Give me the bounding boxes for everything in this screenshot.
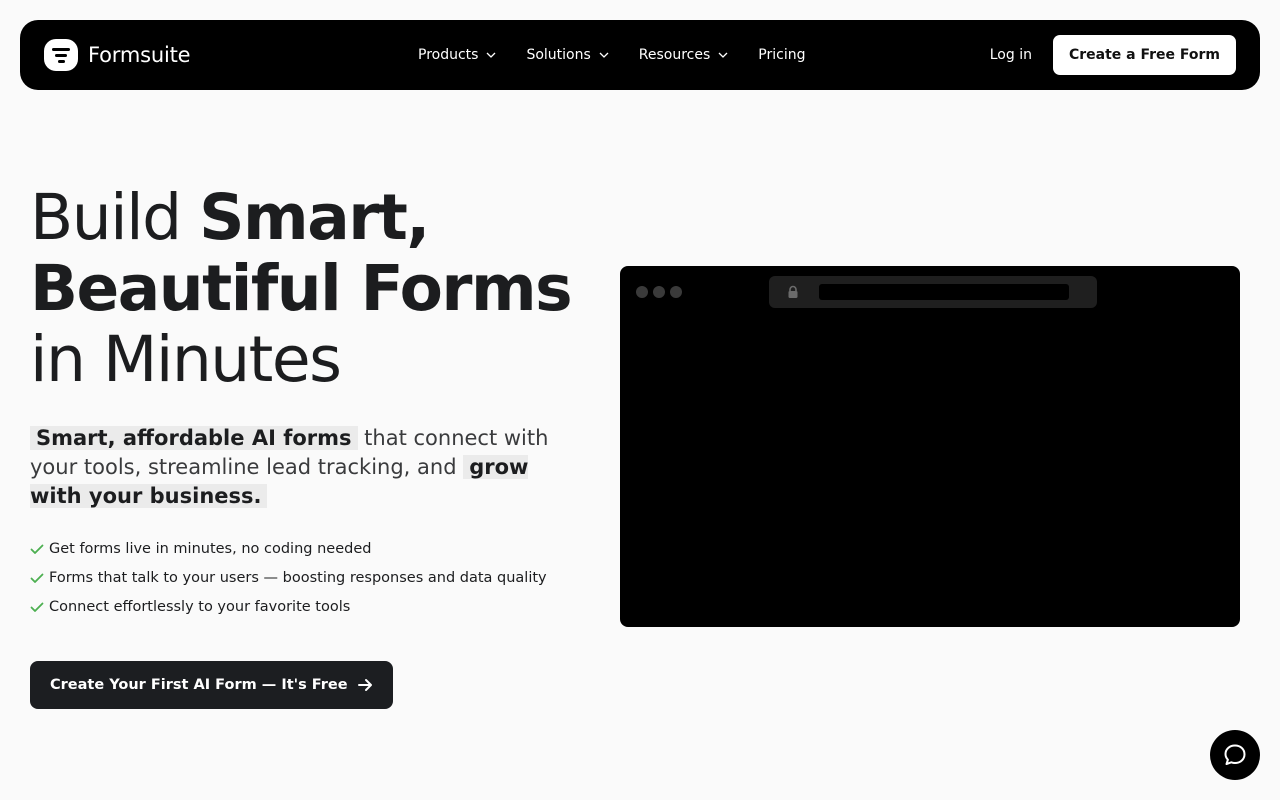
feature-item: Connect effortlessly to your favorite to… (30, 592, 590, 621)
headline-part2: Smart, (199, 181, 430, 254)
feature-item: Get forms live in minutes, no coding nee… (30, 534, 590, 563)
chat-bubble-icon (1224, 744, 1246, 765)
nav-item-solutions[interactable]: Solutions (526, 47, 609, 63)
hero-section: Build Smart, Beautiful Forms in Minutes … (30, 182, 590, 621)
feature-text: Get forms live in minutes, no coding nee… (49, 540, 372, 557)
subheading-highlight-1: Smart, affordable AI forms (30, 426, 358, 450)
chevron-down-icon (718, 52, 728, 58)
nav-actions: Log in Create a Free Form (990, 35, 1236, 75)
nav-item-pricing[interactable]: Pricing (758, 47, 805, 63)
window-dot (653, 286, 665, 298)
feature-text: Connect effortlessly to your favorite to… (49, 598, 351, 615)
cta-label: Create Your First AI Form — It's Free (50, 677, 348, 693)
chat-support-button[interactable] (1210, 730, 1260, 780)
window-dot (636, 286, 648, 298)
brand-name: Formsuite (88, 43, 191, 67)
top-navbar: Formsuite Products Solutions Resources P… (20, 20, 1260, 90)
create-free-form-button[interactable]: Create a Free Form (1052, 35, 1236, 75)
hero-headline: Build Smart, Beautiful Forms in Minutes (30, 182, 590, 395)
feature-text: Forms that talk to your users — boosting… (49, 569, 547, 586)
main-menu: Products Solutions Resources Pricing (418, 20, 834, 90)
headline-part1: Build (30, 181, 200, 254)
checkmark-icon (30, 602, 44, 612)
chevron-down-icon (486, 52, 496, 58)
nav-item-label: Products (418, 47, 479, 63)
formsuite-logo-icon (44, 39, 78, 71)
create-first-form-button[interactable]: Create Your First AI Form — It's Free (30, 661, 393, 709)
brand-logo[interactable]: Formsuite (44, 39, 191, 71)
lock-icon (788, 285, 798, 298)
login-link[interactable]: Log in (990, 47, 1032, 63)
arrow-right-icon (357, 679, 372, 691)
chevron-down-icon (599, 52, 609, 58)
url-placeholder (819, 284, 1069, 300)
checkmark-icon (30, 544, 44, 554)
headline-part4: in Minutes (30, 323, 342, 396)
address-bar (769, 276, 1097, 308)
nav-item-products[interactable]: Products (418, 47, 497, 63)
headline-part3: Beautiful Forms (30, 252, 573, 325)
hero-subheading: Smart, affordable AI forms that connect … (30, 424, 550, 511)
nav-item-resources[interactable]: Resources (639, 47, 730, 63)
nav-item-label: Solutions (526, 47, 591, 63)
feature-item: Forms that talk to your users — boosting… (30, 563, 590, 592)
feature-list: Get forms live in minutes, no coding nee… (30, 534, 590, 621)
nav-item-label: Resources (638, 47, 711, 63)
checkmark-icon (30, 573, 44, 583)
browser-preview (620, 266, 1240, 627)
window-dot (670, 286, 682, 298)
window-controls (636, 286, 682, 298)
nav-item-label: Pricing (758, 47, 806, 63)
